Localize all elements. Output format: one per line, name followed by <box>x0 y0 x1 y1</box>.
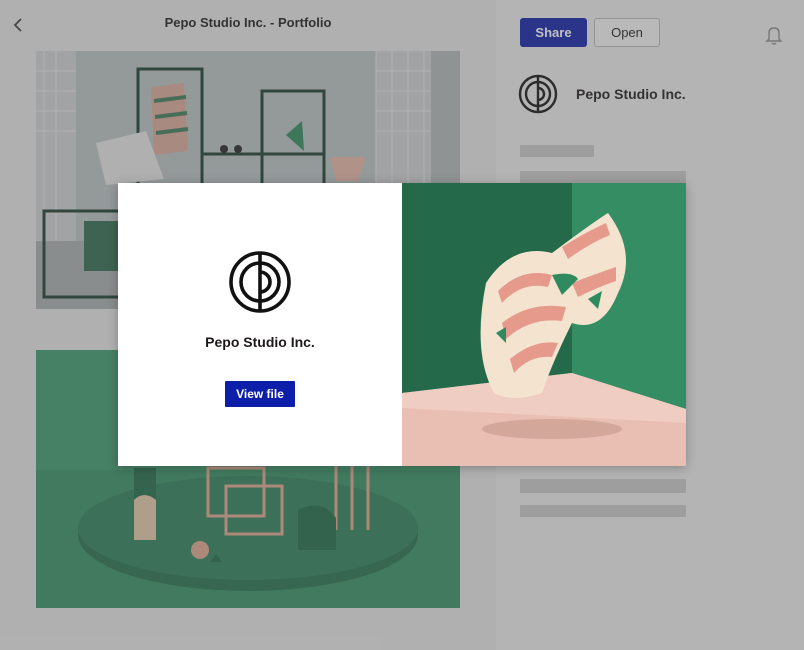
file-preview-modal: Pepo Studio Inc. View file <box>118 183 686 466</box>
modal-hero-image <box>402 183 686 466</box>
pepo-logo-icon <box>228 250 292 314</box>
modal-info-panel: Pepo Studio Inc. View file <box>118 183 402 466</box>
view-file-button[interactable]: View file <box>225 381 295 407</box>
modal-title: Pepo Studio Inc. <box>205 334 315 350</box>
